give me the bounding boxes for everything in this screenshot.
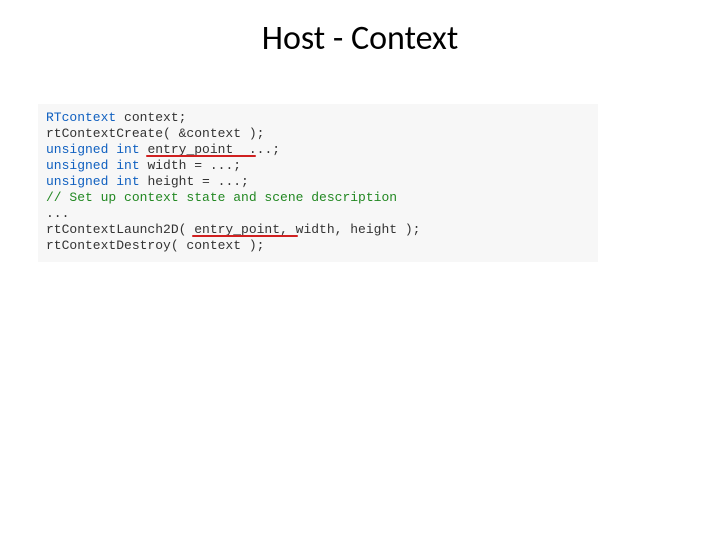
underline-entry-point-decl <box>146 155 256 157</box>
code-token: int <box>116 142 139 157</box>
code-token: unsigned <box>46 142 108 157</box>
code-token: int <box>116 174 139 189</box>
code-line: rtContextDestroy( context ); <box>46 238 264 253</box>
page-title: Host - Context <box>0 18 720 59</box>
code-token: unsigned <box>46 174 108 189</box>
code-token: unsigned <box>46 158 108 173</box>
code-comment: // Set up context state and scene descri… <box>46 190 397 205</box>
code-line: rtContextCreate( &context ); <box>46 126 264 141</box>
code-line: ... <box>46 206 69 221</box>
code-token: width = ...; <box>140 158 241 173</box>
code-block: RTcontext context; rtContextCreate( &con… <box>38 104 598 262</box>
underline-entry-point-launch <box>192 235 298 237</box>
code-token: height = ...; <box>140 174 249 189</box>
code-token: int <box>116 158 139 173</box>
slide: Host - Context RTcontext context; rtCont… <box>0 0 720 540</box>
code-token: context; <box>116 110 186 125</box>
code-token: RTcontext <box>46 110 116 125</box>
title-text: Host - Context <box>262 18 458 59</box>
